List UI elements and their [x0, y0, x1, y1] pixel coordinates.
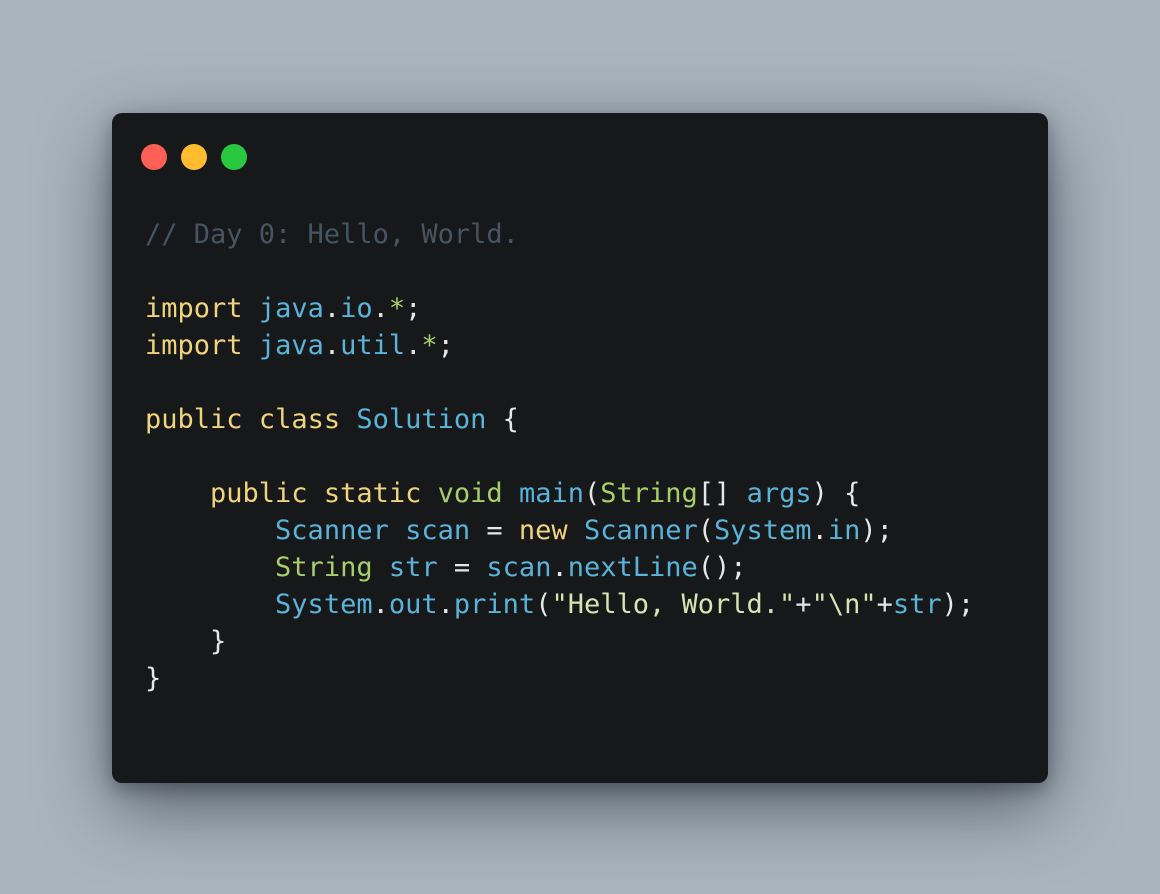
code-token-comment: // Day 0: Hello, World. — [145, 219, 519, 250]
code-token-text: ; — [405, 293, 422, 324]
code-token-keyword: import — [145, 330, 243, 361]
code-token-text: } — [145, 626, 227, 657]
code-token-type: scan — [486, 552, 552, 583]
code-token-builtin: String — [275, 552, 373, 583]
code-token-type: in — [827, 515, 861, 546]
code-token-keyword: import — [145, 293, 243, 324]
code-token-text: ); — [941, 589, 975, 620]
minimize-button[interactable] — [181, 144, 207, 170]
code-line: } — [145, 623, 974, 660]
code-token-text: ( — [697, 515, 715, 546]
code-token-builtin: String — [600, 478, 698, 509]
code-token-text: . — [323, 293, 341, 324]
code-token-text: . — [372, 589, 389, 620]
window-controls — [141, 144, 247, 170]
code-token-type: str — [892, 589, 942, 620]
code-token-keyword: public — [210, 478, 308, 509]
code-token-text: = — [437, 552, 487, 583]
code-token-type: scan — [405, 515, 471, 546]
code-token-text: . — [551, 552, 568, 583]
code-token-text: { — [486, 404, 519, 435]
code-line: Scanner scan = new Scanner(System.in); — [145, 512, 974, 549]
code-line: String str = scan.nextLine(); — [145, 549, 974, 586]
code-line: import java.util.*; — [145, 327, 974, 364]
code-token-type: Solution — [356, 404, 487, 435]
code-token-string: "Hello, World." — [551, 589, 796, 620]
code-line: // Day 0: Hello, World. — [145, 216, 974, 253]
code-line: import java.io.*; — [145, 290, 974, 327]
code-token-type: util — [340, 330, 406, 361]
code-line: public class Solution { — [145, 401, 974, 438]
code-token-type: java — [258, 330, 324, 361]
code-line: ​ — [145, 364, 974, 401]
code-token-type: str — [388, 552, 438, 583]
code-token-string: "\n" — [811, 589, 877, 620]
code-token-type: main — [518, 478, 584, 509]
code-token-type: io — [340, 293, 373, 324]
code-token-type: System — [714, 515, 812, 546]
code-token-text: . — [405, 330, 422, 361]
code-token-text: + — [795, 589, 812, 620]
code-token-builtin: * — [388, 293, 406, 324]
code-token-text: . — [323, 330, 341, 361]
code-token-text: ); — [860, 515, 893, 546]
code-token-text: [] — [697, 478, 747, 509]
code-token-builtin: * — [421, 330, 438, 361]
code-token-text: } — [145, 663, 162, 694]
code-token-type: Scanner — [275, 515, 389, 546]
code-token-type: Scanner — [583, 515, 698, 546]
code-line: ​ — [145, 253, 974, 290]
code-token-text: ; — [437, 330, 454, 361]
code-token-type: nextLine — [567, 552, 698, 583]
code-token-text: = — [470, 515, 519, 546]
code-token-type: System — [275, 589, 373, 620]
code-token-text: ( — [583, 478, 601, 509]
code-token-keyword: new — [518, 515, 568, 546]
code-line: public static void main(String[] args) { — [145, 475, 974, 512]
maximize-button[interactable] — [221, 144, 247, 170]
close-button[interactable] — [141, 144, 167, 170]
code-token-keyword: static — [323, 478, 422, 509]
code-line: System.out.print("Hello, World."+"\n"+st… — [145, 586, 974, 623]
code-token-keyword: public — [145, 404, 243, 435]
code-token-type: out — [388, 589, 438, 620]
code-token-keyword: class — [258, 404, 341, 435]
code-token-text: . — [372, 293, 389, 324]
code-token-text: + — [876, 589, 893, 620]
code-block: // Day 0: Hello, World.​import java.io.*… — [145, 216, 974, 697]
code-token-text: ( — [535, 589, 552, 620]
code-token-type: args — [746, 478, 812, 509]
code-token-text: . — [811, 515, 828, 546]
code-token-type: java — [258, 293, 324, 324]
code-token-text: . — [437, 589, 454, 620]
code-token-type: print — [453, 589, 536, 620]
code-token-text: ) { — [811, 478, 861, 509]
code-token-builtin: void — [437, 478, 503, 509]
code-window: // Day 0: Hello, World.​import java.io.*… — [112, 113, 1048, 783]
code-token-text: (); — [697, 552, 747, 583]
code-line: ​ — [145, 438, 974, 475]
code-line: } — [145, 660, 974, 697]
